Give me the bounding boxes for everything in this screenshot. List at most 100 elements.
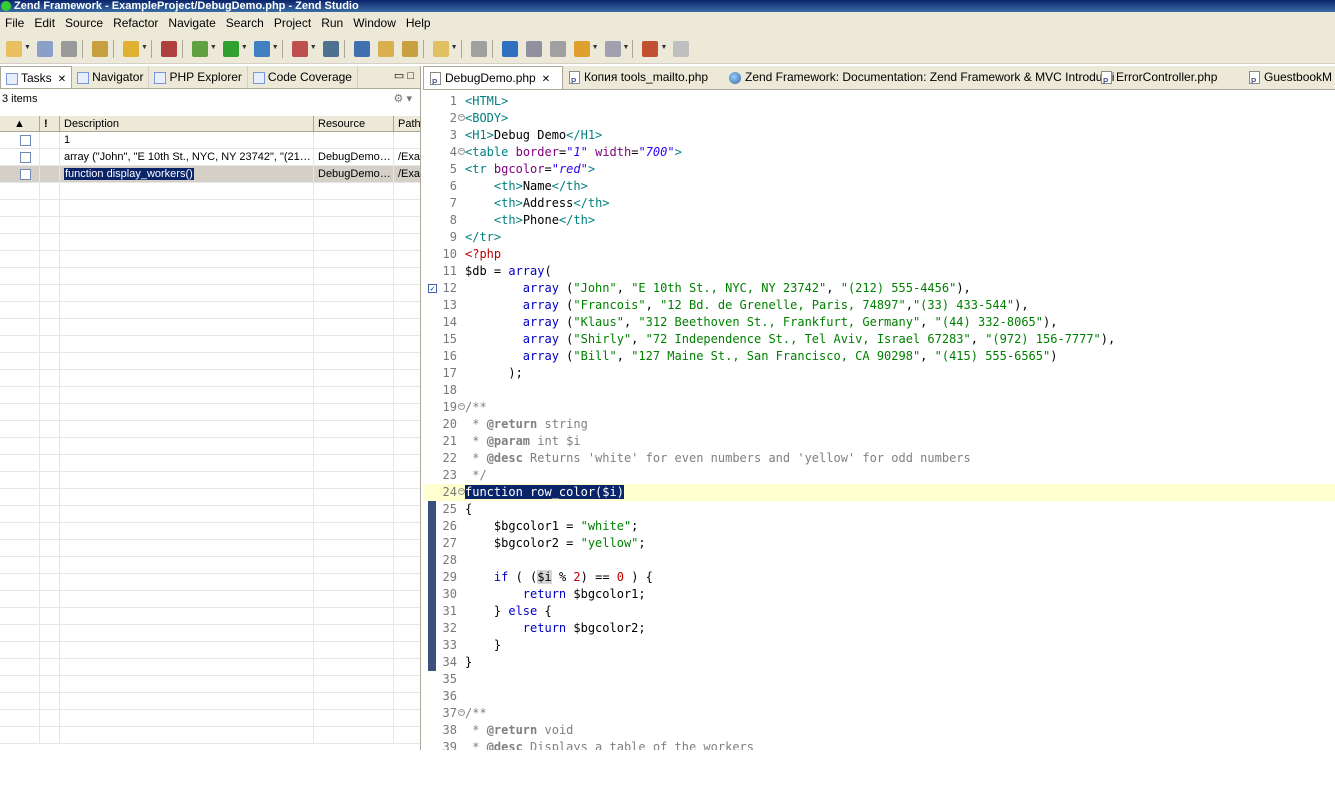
table-row[interactable] (0, 557, 420, 574)
code-line[interactable]: 3 <H1>Debug Demo</H1> (423, 127, 1335, 144)
code-line[interactable]: 6 <th>Name</th> (423, 178, 1335, 195)
menu-source[interactable]: Source (60, 16, 108, 30)
code-line[interactable]: 24− function row_color($i) (423, 484, 1335, 501)
code-line[interactable]: 16 array ("Bill", "127 Maine St., San Fr… (423, 348, 1335, 365)
dropdown-arrow-icon[interactable]: ▼ (451, 44, 458, 51)
code-line[interactable]: 19−/** (423, 399, 1335, 416)
editor-tab[interactable]: GuestbookM (1243, 66, 1332, 89)
code-line[interactable]: 27 $bgcolor2 = "yellow"; (423, 535, 1335, 552)
menu-project[interactable]: Project (269, 16, 316, 30)
dropdown-arrow-icon[interactable]: ▼ (272, 44, 279, 51)
code-line[interactable]: 28 (423, 552, 1335, 569)
open-type-icon[interactable] (122, 41, 139, 57)
table-row[interactable] (0, 455, 420, 472)
close-icon[interactable]: ✕ (542, 74, 550, 85)
table-row[interactable] (0, 285, 420, 302)
code-line[interactable]: 17 ); (423, 365, 1335, 382)
code-editor[interactable]: ✓ 1 <HTML> 2− <BODY> 3 <H1>Debug Demo</H1> 4− <… (423, 91, 1335, 750)
editor-tab[interactable]: Zend Framework: Documentation: Zend Fram… (723, 66, 1114, 89)
prev-edit-icon[interactable] (525, 41, 542, 57)
search-icon[interactable] (432, 41, 449, 57)
table-row[interactable] (0, 642, 420, 659)
task-checkbox[interactable] (20, 135, 31, 146)
code-line[interactable]: 20 * @return string (423, 416, 1335, 433)
code-line[interactable]: 21 * @param int $i (423, 433, 1335, 450)
tab-tasks[interactable]: Tasks ✕ (0, 66, 73, 88)
task-checkbox[interactable] (20, 169, 31, 180)
table-row[interactable] (0, 268, 420, 285)
menu-refactor[interactable]: Refactor (108, 16, 163, 30)
run-icon[interactable] (222, 41, 239, 57)
close-icon[interactable]: ✕ (58, 74, 66, 85)
browser-icon[interactable] (353, 41, 370, 57)
code-line[interactable]: 5 <tr bgcolor="red"> (423, 161, 1335, 178)
dropdown-arrow-icon[interactable]: ▼ (141, 44, 148, 51)
menu-help[interactable]: Help (401, 16, 436, 30)
table-row[interactable] (0, 659, 420, 676)
table-row[interactable] (0, 591, 420, 608)
debug-icon[interactable] (191, 41, 208, 57)
task-checkbox[interactable] (20, 152, 31, 163)
editor-tab[interactable]: ErrorController.php (1095, 66, 1243, 89)
code-line[interactable]: 11 $db = array( (423, 263, 1335, 280)
path-column-header[interactable]: Path (394, 116, 420, 132)
print-icon[interactable] (60, 41, 77, 57)
menu-edit[interactable]: Edit (29, 16, 60, 30)
dropdown-arrow-icon[interactable]: ▼ (592, 44, 599, 51)
external-tools-icon[interactable] (291, 41, 308, 57)
code-line[interactable]: 2− <BODY> (423, 110, 1335, 127)
menu-window[interactable]: Window (348, 16, 401, 30)
code-line[interactable]: 32 return $bgcolor2; (423, 620, 1335, 637)
table-row[interactable] (0, 319, 420, 336)
save-icon[interactable] (36, 41, 53, 57)
menu-search[interactable]: Search (221, 16, 269, 30)
pencil-icon[interactable] (470, 41, 487, 57)
dropdown-arrow-icon[interactable]: ▼ (660, 44, 667, 51)
code-line[interactable]: 8 <th>Phone</th> (423, 212, 1335, 229)
code-line[interactable]: 37−/** (423, 705, 1335, 722)
code-line[interactable]: 14 array ("Klaus", "312 Beethoven St., F… (423, 314, 1335, 331)
code-line[interactable]: 1 <HTML> (423, 93, 1335, 110)
minimize-icon[interactable]: ▭ (394, 70, 404, 82)
table-row[interactable] (0, 506, 420, 523)
editor-tab[interactable]: DebugDemo.php ✕ (423, 66, 563, 89)
code-line[interactable]: 15 array ("Shirly", "72 Independence St.… (423, 331, 1335, 348)
menu-run[interactable]: Run (316, 16, 348, 30)
tab-code-coverage[interactable]: Code Coverage (248, 66, 358, 88)
table-row[interactable] (0, 404, 420, 421)
table-row[interactable] (0, 336, 420, 353)
code-line[interactable]: 9 </tr> (423, 229, 1335, 246)
editor-tab[interactable]: Копия tools_mailto.php (563, 66, 723, 89)
debug-config-icon[interactable] (160, 41, 177, 57)
code-line[interactable]: 38 * @return void (423, 722, 1335, 739)
globe-icon[interactable] (501, 41, 518, 57)
table-row[interactable] (0, 710, 420, 727)
table-row[interactable] (0, 625, 420, 642)
code-line[interactable]: 33 } (423, 637, 1335, 654)
table-row[interactable] (0, 472, 420, 489)
priority-column-header[interactable]: ! (40, 116, 60, 132)
table-row[interactable] (0, 200, 420, 217)
maximize-icon[interactable]: □ (407, 70, 414, 82)
code-line[interactable]: 30 return $bgcolor1; (423, 586, 1335, 603)
table-row[interactable] (0, 489, 420, 506)
sort-column-header[interactable]: ▲ (0, 116, 40, 132)
table-row[interactable] (0, 540, 420, 557)
dropdown-arrow-icon[interactable]: ▼ (241, 44, 248, 51)
fold-toggle-icon[interactable]: − (458, 114, 465, 121)
tab-php-explorer[interactable]: PHP Explorer (149, 66, 248, 88)
table-row[interactable] (0, 302, 420, 319)
table-row[interactable] (0, 574, 420, 591)
code-line[interactable]: 13 array ("Francois", "12 Bd. de Grenell… (423, 297, 1335, 314)
table-row[interactable] (0, 438, 420, 455)
fold-toggle-icon[interactable]: − (458, 488, 465, 495)
web-icon[interactable] (322, 41, 339, 57)
code-line[interactable]: 31 } else { (423, 603, 1335, 620)
table-row[interactable] (0, 693, 420, 710)
dropdown-arrow-icon[interactable]: ▼ (310, 44, 317, 51)
last-edit-icon[interactable] (549, 41, 566, 57)
open-folder-icon[interactable] (377, 41, 394, 57)
code-line[interactable]: 35 (423, 671, 1335, 688)
table-row[interactable] (0, 727, 420, 744)
code-line[interactable]: 36 (423, 688, 1335, 705)
